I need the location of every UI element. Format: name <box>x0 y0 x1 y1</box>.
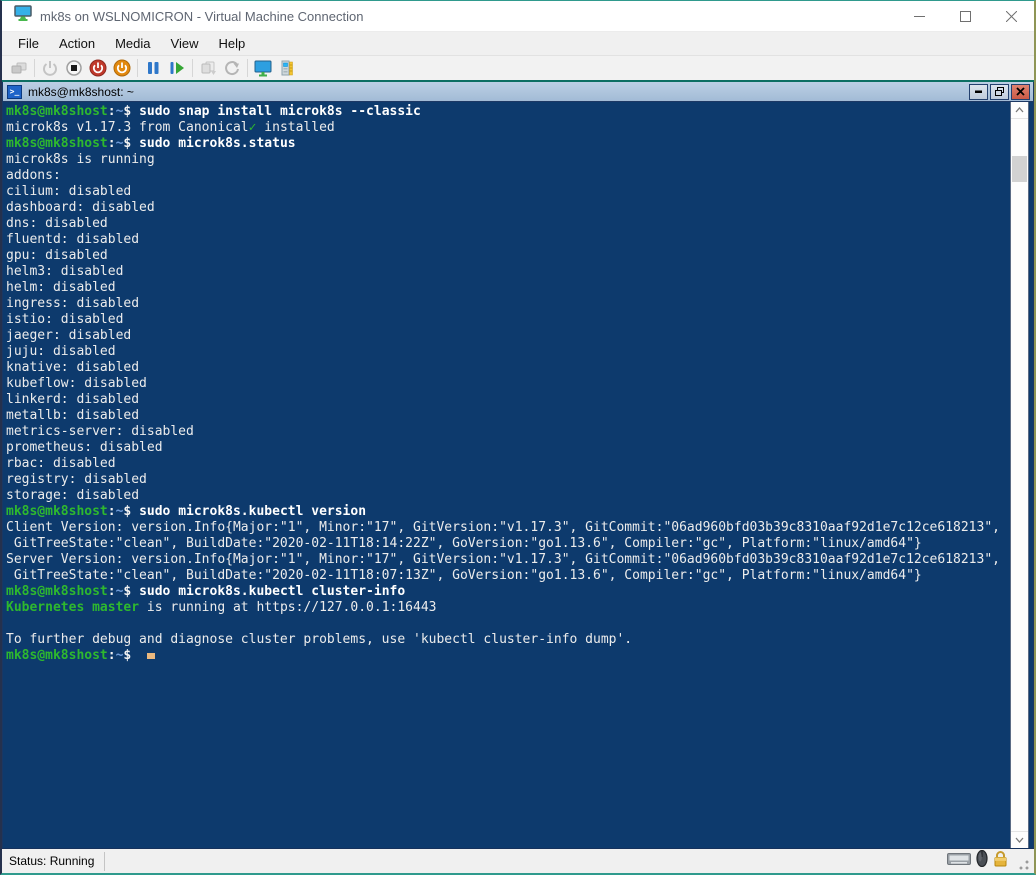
terminal-line: jaeger: disabled <box>6 328 1009 344</box>
menu-view[interactable]: View <box>161 34 209 53</box>
pause-icon[interactable] <box>141 57 165 79</box>
toolbar-separator <box>247 59 248 77</box>
terminal-cursor <box>147 653 155 659</box>
terminal-line: rbac: disabled <box>6 456 1009 472</box>
terminal-title: mk8s@mk8shost: ~ <box>28 85 134 99</box>
terminal-line: Kubernetes master is running at https://… <box>6 600 1009 616</box>
terminal-icon: >_ <box>7 85 22 99</box>
terminal-minimize-button[interactable] <box>969 84 988 100</box>
revert-icon[interactable] <box>220 57 244 79</box>
terminal-line: metrics-server: disabled <box>6 424 1009 440</box>
terminal-line: mk8s@mk8shost:~$ sudo snap install micro… <box>6 104 1009 120</box>
window-titlebar: mk8s on WSLNOMICRON - Virtual Machine Co… <box>2 1 1034 32</box>
menu-bar: File Action Media View Help <box>2 32 1034 55</box>
terminal-line: istio: disabled <box>6 312 1009 328</box>
terminal-line: mk8s@mk8shost:~$ sudo microk8s.status <box>6 136 1009 152</box>
terminal-line: Client Version: version.Info{Major:"1", … <box>6 520 1009 536</box>
mouse-icon <box>976 850 988 872</box>
terminal-line: GitTreeState:"clean", BuildDate:"2020-02… <box>6 568 1009 584</box>
reset-icon[interactable] <box>165 57 189 79</box>
menu-file[interactable]: File <box>8 34 49 53</box>
terminal-line: Server Version: version.Info{Major:"1", … <box>6 552 1009 568</box>
minimize-button[interactable] <box>896 1 942 31</box>
terminal-line: GitTreeState:"clean", BuildDate:"2020-02… <box>6 536 1009 552</box>
maximize-button[interactable] <box>942 1 988 31</box>
terminal-line: To further debug and diagnose cluster pr… <box>6 632 1009 648</box>
terminal-close-button[interactable] <box>1011 84 1030 100</box>
terminal-line: metallb: disabled <box>6 408 1009 424</box>
window-controls <box>896 1 1034 31</box>
terminal-titlebar[interactable]: >_ mk8s@mk8shost: ~ <box>3 82 1033 102</box>
terminal-line: helm3: disabled <box>6 264 1009 280</box>
toolbar-separator <box>34 59 35 77</box>
close-button[interactable] <box>988 1 1034 31</box>
terminal-line: mk8s@mk8shost:~$ <box>6 648 1009 664</box>
enhanced-session-icon[interactable] <box>251 57 275 79</box>
terminal-line: ingress: disabled <box>6 296 1009 312</box>
terminal-line: fluentd: disabled <box>6 232 1009 248</box>
status-label: Status: Running <box>9 854 94 868</box>
terminal-line: dns: disabled <box>6 216 1009 232</box>
terminal-line: microk8s is running <box>6 152 1009 168</box>
shut-down-icon[interactable] <box>86 57 110 79</box>
menu-help[interactable]: Help <box>208 34 255 53</box>
toolbar-separator <box>137 59 138 77</box>
scroll-down-icon[interactable] <box>1011 831 1028 848</box>
terminal-line: microk8s v1.17.3 from Canonical✓ install… <box>6 120 1009 136</box>
vm-connection-window: mk8s on WSLNOMICRON - Virtual Machine Co… <box>0 0 1036 875</box>
terminal-line: linkerd: disabled <box>6 392 1009 408</box>
terminal-line: gpu: disabled <box>6 248 1009 264</box>
terminal-line: cilium: disabled <box>6 184 1009 200</box>
menu-action[interactable]: Action <box>49 34 105 53</box>
terminal-screen[interactable]: mk8s@mk8shost:~$ sudo snap install micro… <box>3 102 1033 848</box>
checkpoint-icon[interactable] <box>196 57 220 79</box>
menu-media[interactable]: Media <box>105 34 160 53</box>
resize-grip[interactable] <box>1017 859 1030 872</box>
status-bar: Status: Running <box>2 848 1034 873</box>
terminal-line: mk8s@mk8shost:~$ sudo microk8s.kubectl v… <box>6 504 1009 520</box>
terminal-line: storage: disabled <box>6 488 1009 504</box>
terminal-line: kubeflow: disabled <box>6 376 1009 392</box>
terminal-line: addons: <box>6 168 1009 184</box>
terminal-line: prometheus: disabled <box>6 440 1009 456</box>
toolbar <box>2 55 1034 80</box>
save-state-icon[interactable] <box>110 57 134 79</box>
window-title: mk8s on WSLNOMICRON - Virtual Machine Co… <box>40 9 363 24</box>
devices-icon[interactable] <box>275 57 299 79</box>
terminal-line: registry: disabled <box>6 472 1009 488</box>
turn-off-icon[interactable] <box>62 57 86 79</box>
keyboard-icon <box>947 852 971 871</box>
hyperv-vm-icon <box>14 5 32 27</box>
terminal-window: >_ mk8s@mk8shost: ~ mk8s@mk8shost:~$ sud <box>2 82 1034 848</box>
scroll-up-icon[interactable] <box>1011 102 1028 119</box>
toolbar-separator <box>192 59 193 77</box>
terminal-line: helm: disabled <box>6 280 1009 296</box>
start-icon[interactable] <box>38 57 62 79</box>
lock-icon <box>993 850 1008 872</box>
status-separator <box>104 852 105 871</box>
ctrl-alt-delete-icon[interactable] <box>7 57 31 79</box>
terminal-line: dashboard: disabled <box>6 200 1009 216</box>
terminal-line: juju: disabled <box>6 344 1009 360</box>
terminal-line: knative: disabled <box>6 360 1009 376</box>
terminal-scrollbar[interactable] <box>1010 102 1029 848</box>
terminal-restore-button[interactable] <box>990 84 1009 100</box>
terminal-output: mk8s@mk8shost:~$ sudo snap install micro… <box>3 102 1009 848</box>
terminal-line: mk8s@mk8shost:~$ sudo microk8s.kubectl c… <box>6 584 1009 600</box>
terminal-line <box>6 616 1009 632</box>
scrollbar-thumb[interactable] <box>1012 156 1027 182</box>
